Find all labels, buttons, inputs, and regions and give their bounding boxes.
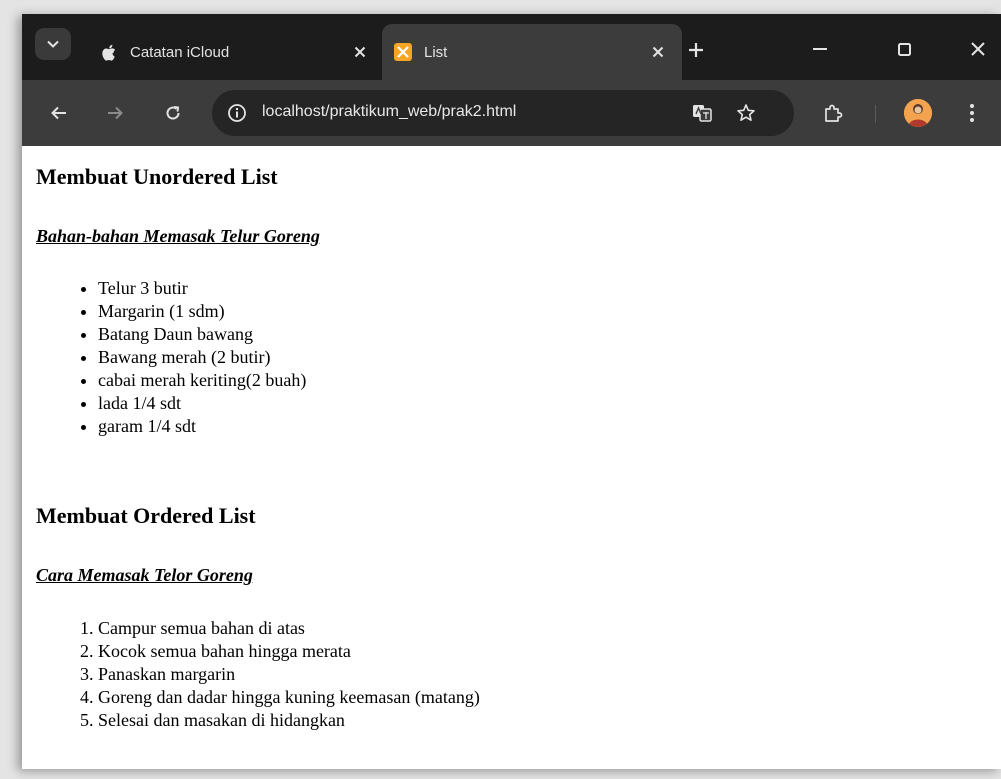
tab-list[interactable]: List — [382, 24, 682, 80]
chevron-down-icon — [47, 40, 59, 48]
list-item: lada 1/4 sdt — [98, 392, 306, 415]
list-item: Telur 3 butir — [98, 277, 306, 300]
apple-icon — [100, 43, 118, 61]
heading-unordered-list: Membuat Unordered List — [36, 164, 278, 189]
info-icon[interactable] — [226, 102, 248, 124]
browser-window: Catatan iCloud List localhost/praktikum_… — [22, 14, 1001, 769]
profile-avatar-icon — [904, 99, 932, 127]
window-close-button[interactable] — [958, 34, 998, 64]
arrow-left-icon — [51, 106, 66, 120]
xampp-icon — [394, 43, 412, 61]
more-vertical-icon — [970, 104, 974, 122]
tab-title: List — [424, 43, 448, 61]
tab-title: Catatan iCloud — [130, 43, 230, 61]
maximize-button[interactable] — [884, 34, 924, 64]
maximize-icon — [897, 42, 911, 56]
steps-list: Campur semua bahan di atasKocok semua ba… — [36, 617, 480, 732]
tab-search-button[interactable] — [35, 28, 71, 60]
translate-icon[interactable] — [690, 101, 714, 125]
extensions-button[interactable] — [820, 100, 846, 126]
list-item: Batang Daun bawang — [98, 323, 306, 346]
back-button[interactable] — [42, 96, 76, 130]
list-item: Panaskan margarin — [98, 663, 480, 686]
list-item: Kocok semua bahan hingga merata — [98, 640, 480, 663]
page-content: Membuat Unordered List Bahan-bahan Memas… — [22, 146, 1001, 769]
toolbar-divider — [875, 105, 876, 123]
arrow-right-icon — [108, 106, 123, 120]
list-item: cabai merah keriting(2 buah) — [98, 369, 306, 392]
list-item: Margarin (1 sdm) — [98, 300, 306, 323]
browser-menu-button[interactable] — [962, 99, 982, 127]
heading-ordered-list: Membuat Ordered List — [36, 503, 256, 528]
tab-strip: Catatan iCloud List — [22, 14, 1001, 80]
list-item: Bawang merah (2 butir) — [98, 346, 306, 369]
puzzle-icon — [825, 104, 843, 122]
plus-icon — [689, 43, 703, 57]
reload-icon — [166, 106, 180, 120]
minimize-button[interactable] — [800, 34, 840, 64]
ingredients-list: Telur 3 butirMargarin (1 sdm)Batang Daun… — [36, 277, 306, 438]
reload-button[interactable] — [156, 96, 190, 130]
close-icon[interactable] — [350, 42, 370, 62]
avatar[interactable] — [904, 99, 932, 127]
forward-button[interactable] — [98, 96, 132, 130]
subheading-ingredients: Bahan-bahan Memasak Telur Goreng — [36, 226, 320, 246]
minimize-icon — [813, 48, 827, 50]
bookmark-star-icon[interactable] — [734, 101, 758, 125]
list-item: garam 1/4 sdt — [98, 415, 306, 438]
url-text[interactable]: localhost/praktikum_web/prak2.html — [262, 103, 516, 121]
list-item: Goreng dan dadar hingga kuning keemasan … — [98, 686, 480, 709]
subheading-steps: Cara Memasak Telor Goreng — [36, 565, 253, 585]
list-item: Selesai dan masakan di hidangkan — [98, 709, 480, 732]
address-bar[interactable]: localhost/praktikum_web/prak2.html — [212, 90, 794, 136]
close-icon[interactable] — [648, 42, 668, 62]
new-tab-button[interactable] — [682, 36, 710, 64]
list-item: Campur semua bahan di atas — [98, 617, 480, 640]
tab-catatan-icloud[interactable]: Catatan iCloud — [88, 24, 384, 80]
close-icon — [971, 42, 985, 56]
browser-toolbar: localhost/praktikum_web/prak2.html — [22, 80, 1001, 146]
